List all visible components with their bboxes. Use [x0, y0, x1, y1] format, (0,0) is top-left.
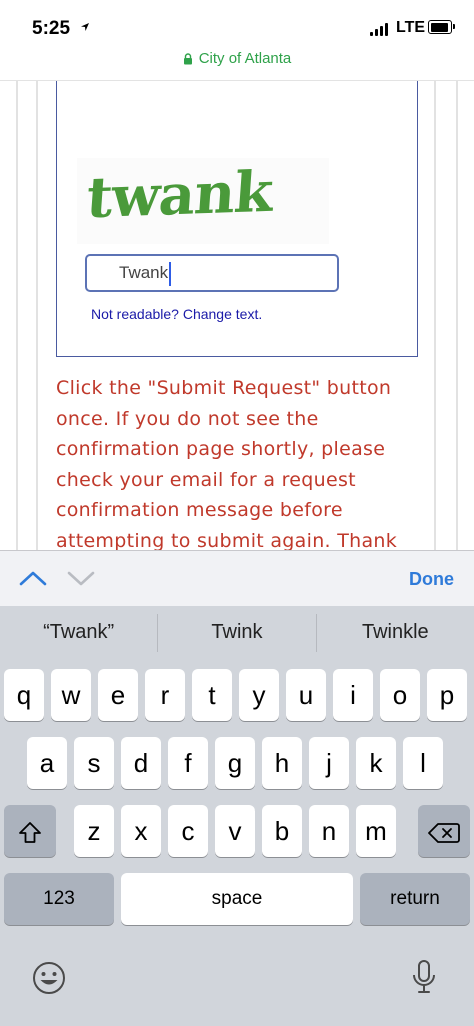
numbers-key[interactable]: 123 [4, 873, 114, 925]
signal-bars-icon [370, 22, 392, 36]
key-y[interactable]: y [239, 669, 279, 721]
key-q[interactable]: q [4, 669, 44, 721]
lock-icon [183, 52, 192, 64]
key-p[interactable]: p [427, 669, 467, 721]
key-v[interactable]: v [215, 805, 255, 857]
page-border-left-inner [36, 81, 38, 551]
key-a[interactable]: a [27, 737, 67, 789]
battery-icon [428, 20, 452, 34]
key-m[interactable]: m [356, 805, 396, 857]
microphone-icon[interactable] [410, 958, 438, 998]
key-l[interactable]: l [403, 737, 443, 789]
location-arrow-icon [81, 23, 89, 31]
page-border-left [16, 81, 18, 551]
suggestion-2[interactable]: Twink [158, 606, 315, 660]
captcha-input[interactable]: Twank [85, 254, 339, 292]
instruction-line: once. If you do not see the [56, 407, 319, 430]
captcha-input-value: Twank [119, 263, 169, 282]
return-key[interactable]: return [360, 873, 470, 925]
key-e[interactable]: e [98, 669, 138, 721]
url-text: City of Atlanta [198, 50, 292, 67]
chevron-up-icon[interactable] [18, 567, 48, 589]
keyboard-accessory-bar: Done [0, 550, 474, 606]
captcha-panel: twank Twank Not readable? Change text. [56, 81, 418, 357]
key-h[interactable]: h [262, 737, 302, 789]
key-x[interactable]: x [121, 805, 161, 857]
captcha-word: twank [84, 158, 275, 232]
keyboard: “Twank” Twink Twinkle q w e r t y u i o … [0, 606, 474, 1026]
delete-key[interactable] [418, 805, 470, 857]
space-key[interactable]: space [121, 873, 353, 925]
change-text-link[interactable]: Not readable? Change text. [91, 306, 262, 322]
battery-cap [453, 24, 455, 29]
page-border-right-inner [434, 81, 436, 551]
key-n[interactable]: n [309, 805, 349, 857]
key-s[interactable]: s [74, 737, 114, 789]
instruction-line: confirmation message before [56, 499, 343, 521]
chevron-down-icon[interactable] [66, 567, 96, 589]
page-border-right [456, 81, 458, 551]
backspace-icon [428, 823, 460, 844]
web-content: twank Twank Not readable? Change text. C… [0, 80, 474, 551]
key-g[interactable]: g [215, 737, 255, 789]
predictive-bar: “Twank” Twink Twinkle [0, 606, 474, 660]
keyboard-bottom-bar [0, 946, 474, 1006]
key-c[interactable]: c [168, 805, 208, 857]
status-time: 5:25 [32, 18, 71, 39]
network-type: LTE [396, 19, 426, 36]
key-k[interactable]: k [356, 737, 396, 789]
key-u[interactable]: u [286, 669, 326, 721]
shift-key[interactable] [4, 805, 56, 857]
status-bar: 5:25 LTE [0, 0, 474, 44]
address-bar[interactable]: City of Atlanta [0, 44, 474, 80]
emoji-icon[interactable] [31, 960, 67, 996]
key-z[interactable]: z [74, 805, 114, 857]
key-w[interactable]: w [51, 669, 91, 721]
suggestion-1[interactable]: “Twank” [0, 606, 157, 660]
submit-instructions: Click the "Submit Request" button once. … [56, 373, 416, 551]
instruction-line: Click the "Submit Request" button [56, 377, 392, 399]
captcha-image: twank [77, 158, 329, 244]
text-caret [169, 261, 172, 286]
done-button[interactable]: Done [409, 569, 454, 590]
key-f[interactable]: f [168, 737, 208, 789]
instruction-line: attempting to submit again. Thank [56, 529, 398, 552]
suggestion-3[interactable]: Twinkle [317, 606, 474, 660]
shift-icon [19, 822, 41, 844]
key-b[interactable]: b [262, 805, 302, 857]
key-o[interactable]: o [380, 669, 420, 721]
instruction-line: confirmation page shortly, please [56, 438, 386, 460]
key-d[interactable]: d [121, 737, 161, 789]
instruction-line: check your email for a request [56, 468, 356, 491]
key-t[interactable]: t [192, 669, 232, 721]
key-j[interactable]: j [309, 737, 349, 789]
key-i[interactable]: i [333, 669, 373, 721]
key-r[interactable]: r [145, 669, 185, 721]
